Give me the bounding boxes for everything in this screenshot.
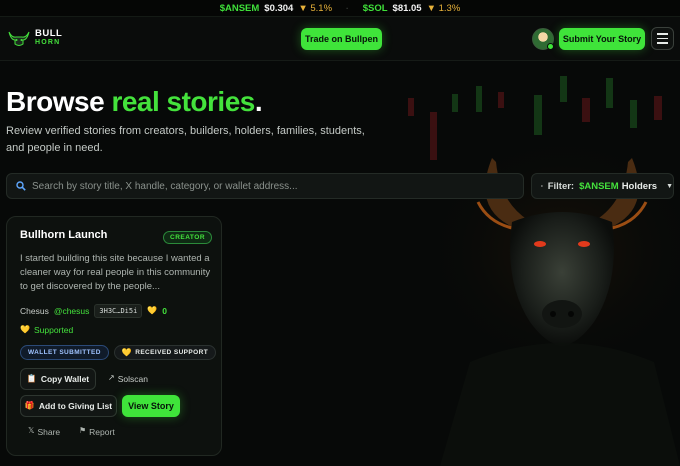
- title-period: .: [254, 86, 263, 117]
- supported-label: Supported: [33, 325, 74, 335]
- copy-wallet-label: Copy Wallet: [40, 374, 90, 384]
- status-badges: WALLET SUBMITTED 💛 RECEIVED SUPPORT: [20, 345, 217, 360]
- ticker-item-ansem: $ANSEM $0.304 ▼ 5.1%: [220, 3, 332, 14]
- wallet-submitted-badge: WALLET SUBMITTED: [20, 345, 109, 360]
- online-status-dot: [547, 43, 554, 50]
- ticker-change: ▼ 5.1%: [298, 2, 333, 14]
- ticker-item-sol: $SOL $81.05 ▼ 1.3%: [363, 3, 461, 14]
- received-support-label: RECEIVED SUPPORT: [135, 349, 209, 356]
- title-main: Browse: [6, 86, 112, 117]
- solscan-label: Solscan: [117, 374, 148, 384]
- x-logo-icon: 𝕏: [28, 426, 35, 435]
- story-description: I started building this site because I w…: [20, 253, 211, 292]
- gift-icon: 🎁: [24, 401, 35, 410]
- chevron-down-icon: ▼: [666, 182, 673, 190]
- supported-indicator: 💛 Supported: [20, 325, 73, 335]
- clipboard-icon: 📋: [26, 374, 37, 383]
- received-support-badge: 💛 RECEIVED SUPPORT: [113, 345, 217, 360]
- yellow-heart-icon: 💛: [20, 325, 30, 334]
- story-title[interactable]: Bullhorn Launch: [20, 229, 107, 241]
- filter-dropdown[interactable]: Filter: $ANSEM Holders ▼: [531, 173, 674, 199]
- hamburger-menu-icon[interactable]: [651, 27, 674, 50]
- share-link[interactable]: 𝕏 Share: [28, 426, 61, 438]
- support-count: 0: [162, 306, 168, 316]
- author-handle[interactable]: @chesus: [54, 306, 90, 316]
- ticker-symbol: $ANSEM: [219, 2, 260, 14]
- report-label: Report: [89, 427, 115, 437]
- submit-story-button[interactable]: Submit Your Story: [559, 28, 645, 50]
- price-ticker: $ANSEM $0.304 ▼ 5.1% · $SOL $81.05 ▼ 1.3…: [0, 0, 680, 17]
- search-input[interactable]: [32, 180, 512, 192]
- ticker-price: $0.304: [264, 2, 294, 14]
- report-link[interactable]: ⚑ Report: [79, 426, 115, 438]
- bull-head-icon: [8, 31, 30, 46]
- flag-icon: ⚑: [79, 426, 87, 435]
- page-title: Browse real stories.: [6, 86, 263, 118]
- search-icon: [16, 181, 26, 191]
- title-accent: real stories: [111, 86, 255, 117]
- filter-lines-icon: [541, 185, 543, 187]
- logo-wordmark: BULL HORN: [35, 29, 62, 47]
- page-subtitle: Review verified stories from creators, b…: [6, 125, 365, 154]
- story-card: Bullhorn Launch CREATOR I started buildi…: [6, 216, 222, 456]
- bullhorn-logo[interactable]: BULL HORN: [8, 29, 62, 47]
- add-giving-label: Add to Giving List: [38, 401, 113, 411]
- copy-wallet-button[interactable]: 📋 Copy Wallet: [20, 368, 96, 390]
- logo-line-1: BULL: [35, 28, 63, 39]
- yellow-heart-icon: 💛: [147, 306, 158, 315]
- filter-value-token: $ANSEM: [579, 180, 619, 192]
- wallet-address-chip: 3H3C…Di5i: [94, 304, 143, 318]
- site-header: BULL HORN Trade on Bullpen Submit Your S…: [0, 17, 680, 61]
- search-bar[interactable]: [6, 173, 524, 199]
- ticker-price: $81.05: [392, 2, 422, 14]
- share-label: Share: [37, 427, 61, 437]
- add-to-giving-list-button[interactable]: 🎁 Add to Giving List: [20, 395, 117, 417]
- filter-label: Filter:: [547, 180, 575, 192]
- author-name: Chesus: [20, 306, 49, 316]
- logo-line-2: HORN: [35, 39, 61, 46]
- trade-on-bullpen-button[interactable]: Trade on Bullpen: [301, 28, 382, 50]
- solscan-link[interactable]: ↗ Solscan: [108, 373, 148, 385]
- arrow-up-right-icon: ↗: [108, 373, 115, 382]
- ticker-change: ▼ 1.3%: [426, 2, 461, 14]
- avatar[interactable]: [532, 28, 554, 50]
- story-meta: Chesus @chesus 3H3C…Di5i 💛 0: [20, 304, 167, 318]
- view-story-button[interactable]: View Story: [122, 395, 180, 417]
- ticker-separator: ·: [346, 3, 349, 13]
- filter-value-rest: Holders: [621, 180, 658, 192]
- ticker-symbol: $SOL: [362, 2, 388, 14]
- yellow-heart-icon: 💛: [121, 347, 133, 357]
- category-badge: CREATOR: [163, 231, 213, 244]
